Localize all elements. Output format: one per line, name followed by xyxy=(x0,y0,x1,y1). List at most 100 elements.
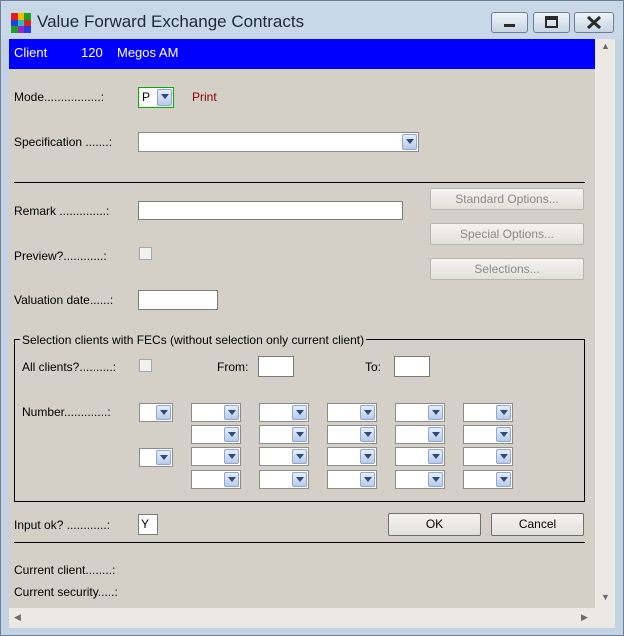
preview-checkbox[interactable] xyxy=(139,247,152,260)
number-select[interactable] xyxy=(327,403,377,422)
specification-select[interactable] xyxy=(138,132,419,152)
number-select[interactable] xyxy=(259,447,309,466)
scrollbar-corner xyxy=(595,608,615,628)
valuation-date-label: Valuation date......: xyxy=(14,293,114,307)
close-icon xyxy=(586,15,602,30)
number-select[interactable] xyxy=(139,448,173,467)
ok-button[interactable]: OK xyxy=(388,513,481,536)
form-area: Mode.................: P Print Specifica… xyxy=(9,69,595,608)
number-select[interactable] xyxy=(463,447,513,466)
chevron-down-icon[interactable] xyxy=(224,449,239,464)
specification-label: Specification .......: xyxy=(14,135,113,149)
number-select[interactable] xyxy=(463,470,513,489)
scroll-down-icon[interactable]: ▼ xyxy=(601,592,610,602)
number-select[interactable] xyxy=(259,403,309,422)
mode-select[interactable]: P xyxy=(138,87,174,108)
number-select[interactable] xyxy=(327,447,377,466)
number-select[interactable] xyxy=(395,425,445,444)
special-options-button[interactable]: Special Options... xyxy=(430,223,584,245)
remark-label: Remark ..............: xyxy=(14,204,110,218)
number-select[interactable] xyxy=(139,403,173,422)
minimize-icon xyxy=(504,24,515,27)
title-bar[interactable]: Value Forward Exchange Contracts xyxy=(1,1,623,39)
window-title: Value Forward Exchange Contracts xyxy=(37,12,305,31)
chevron-down-icon[interactable] xyxy=(496,427,511,442)
chevron-down-icon[interactable] xyxy=(156,405,171,420)
chevron-down-icon[interactable] xyxy=(156,450,171,465)
chevron-down-icon[interactable] xyxy=(496,472,511,487)
current-security-label: Current security.....: xyxy=(14,585,118,599)
chevron-down-icon[interactable] xyxy=(428,449,443,464)
standard-options-button[interactable]: Standard Options... xyxy=(430,188,584,210)
input-ok-value: Y xyxy=(141,517,150,531)
divider xyxy=(14,542,585,543)
divider xyxy=(14,182,585,183)
number-select[interactable] xyxy=(191,403,241,422)
scroll-right-icon[interactable]: ▶ xyxy=(581,612,588,623)
client-name: Megos AM xyxy=(117,45,179,60)
chevron-down-icon[interactable] xyxy=(224,472,239,487)
number-select[interactable] xyxy=(191,470,241,489)
to-input[interactable] xyxy=(394,356,430,377)
input-ok-input[interactable]: Y xyxy=(138,514,158,535)
input-ok-label: Input ok? ............: xyxy=(14,518,111,532)
number-select[interactable] xyxy=(259,470,309,489)
client-bar: Client 120 Megos AM xyxy=(9,39,595,69)
number-select[interactable] xyxy=(463,425,513,444)
number-select[interactable] xyxy=(395,403,445,422)
all-clients-checkbox[interactable] xyxy=(139,359,152,372)
chevron-down-icon[interactable] xyxy=(402,134,417,150)
chevron-down-icon[interactable] xyxy=(224,427,239,442)
number-select[interactable] xyxy=(395,447,445,466)
chevron-down-icon[interactable] xyxy=(292,427,307,442)
vertical-scrollbar[interactable]: ▲ ▼ xyxy=(595,39,615,608)
chevron-down-icon[interactable] xyxy=(360,472,375,487)
app-icon xyxy=(11,13,31,33)
client-number: 120 xyxy=(81,45,103,60)
scroll-left-icon[interactable]: ◀ xyxy=(14,612,21,623)
from-input[interactable] xyxy=(258,356,294,377)
mode-label: Mode.................: xyxy=(14,90,105,104)
selection-group-title: Selection clients with FECs (without sel… xyxy=(20,333,367,347)
client-label: Client xyxy=(14,45,48,60)
app-window: Value Forward Exchange Contracts Client … xyxy=(0,0,624,636)
valuation-date-input[interactable] xyxy=(138,290,218,310)
number-label: Number.............: xyxy=(22,405,111,419)
minimize-button[interactable] xyxy=(491,12,528,33)
current-client-label: Current client........: xyxy=(14,563,116,577)
chevron-down-icon[interactable] xyxy=(360,449,375,464)
maximize-icon xyxy=(545,16,558,28)
chevron-down-icon[interactable] xyxy=(360,405,375,420)
preview-label: Preview?............: xyxy=(14,249,107,263)
number-select[interactable] xyxy=(395,470,445,489)
number-select[interactable] xyxy=(191,447,241,466)
maximize-button[interactable] xyxy=(533,12,570,33)
chevron-down-icon[interactable] xyxy=(360,427,375,442)
chevron-down-icon[interactable] xyxy=(428,405,443,420)
chevron-down-icon[interactable] xyxy=(496,405,511,420)
mode-description: Print xyxy=(192,90,217,104)
number-select[interactable] xyxy=(327,425,377,444)
chevron-down-icon[interactable] xyxy=(157,89,172,106)
close-button[interactable] xyxy=(574,12,614,33)
number-select[interactable] xyxy=(463,403,513,422)
chevron-down-icon[interactable] xyxy=(292,405,307,420)
cancel-button[interactable]: Cancel xyxy=(491,513,584,536)
chevron-down-icon[interactable] xyxy=(496,449,511,464)
chevron-down-icon[interactable] xyxy=(224,405,239,420)
number-select[interactable] xyxy=(259,425,309,444)
selections-button[interactable]: Selections... xyxy=(430,258,584,280)
chevron-down-icon[interactable] xyxy=(292,472,307,487)
scroll-up-icon[interactable]: ▲ xyxy=(601,41,610,51)
remark-input[interactable] xyxy=(138,201,403,220)
number-select[interactable] xyxy=(327,470,377,489)
chevron-down-icon[interactable] xyxy=(428,472,443,487)
chevron-down-icon[interactable] xyxy=(428,427,443,442)
from-label: From: xyxy=(217,360,249,374)
chevron-down-icon[interactable] xyxy=(292,449,307,464)
number-select[interactable] xyxy=(191,425,241,444)
mode-value: P xyxy=(142,90,151,104)
all-clients-label: All clients?..........: xyxy=(22,360,117,374)
to-label: To: xyxy=(365,360,382,374)
horizontal-scrollbar[interactable]: ◀ ▶ xyxy=(9,608,595,628)
